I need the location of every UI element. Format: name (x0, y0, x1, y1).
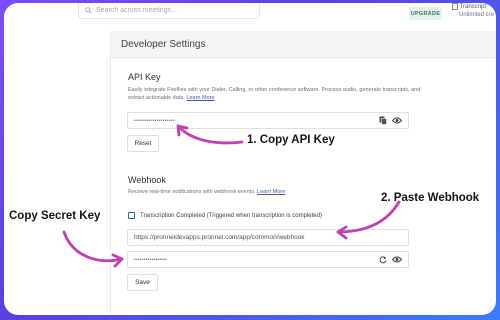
transcript-sub: Unlimited cre (459, 12, 495, 19)
screenshot-frame: Search across meetings... UPGRADE Transc… (4, 3, 496, 315)
search-icon (85, 7, 92, 14)
panel-title: Developer Settings (111, 31, 496, 58)
reset-button[interactable]: Reset (127, 135, 159, 152)
webhook-heading: Webhook (128, 175, 166, 185)
checkbox-label: Transcription Completed (Triggered when … (140, 212, 322, 219)
upgrade-button[interactable]: UPGRADE (409, 7, 442, 20)
top-bar: Search across meetings... UPGRADE Transc… (4, 3, 496, 27)
webhook-learn-more-link[interactable]: Learn More (257, 189, 285, 195)
document-icon (452, 3, 458, 10)
search-input[interactable]: Search across meetings... (78, 3, 260, 19)
save-button[interactable]: Save (127, 274, 158, 291)
webhook-url-value: https://pronneldevapps.pronnel.com/app/c… (134, 234, 305, 241)
refresh-icon[interactable] (379, 255, 387, 264)
api-key-value: •••••••••••••••••••• (134, 117, 176, 124)
annotation-paste-webhook: 2. Paste Webhook (381, 192, 480, 204)
api-key-heading: API Key (128, 72, 161, 82)
api-key-description: Easily integrate Fireflies with your Dia… (128, 87, 458, 102)
eye-icon[interactable] (392, 256, 402, 263)
developer-settings-panel: Developer Settings API Key Easily integr… (110, 31, 496, 315)
api-key-learn-more-link[interactable]: Learn More (186, 95, 214, 101)
api-key-field[interactable]: •••••••••••••••••••• (127, 112, 409, 129)
transcript-credits: Transcript Unlimited cre (452, 3, 494, 19)
api-key-desc-line1: Easily integrate Fireflies with your Dia… (128, 87, 421, 93)
annotation-copy-secret-key: Copy Secret Key (9, 210, 101, 222)
search-placeholder: Search across meetings... (96, 7, 177, 14)
secret-key-value: ••••••••••••••••• (134, 256, 168, 263)
api-key-desc-line2: extract actionable data. (128, 94, 185, 101)
webhook-url-input[interactable]: https://pronneldevapps.pronnel.com/app/c… (127, 229, 409, 246)
secret-key-field[interactable]: ••••••••••••••••• (127, 251, 409, 268)
transcription-completed-checkbox[interactable] (128, 212, 135, 219)
annotation-copy-api-key: 1. Copy API Key (247, 134, 335, 146)
transcription-completed-option[interactable]: Transcription Completed (Triggered when … (128, 212, 322, 219)
copy-icon[interactable] (379, 116, 387, 125)
eye-icon[interactable] (392, 117, 402, 124)
webhook-description: Receive real-time notifications with web… (128, 189, 285, 197)
transcript-label: Transcript (459, 4, 487, 11)
webhook-desc: Receive real-time notifications with web… (128, 189, 256, 195)
